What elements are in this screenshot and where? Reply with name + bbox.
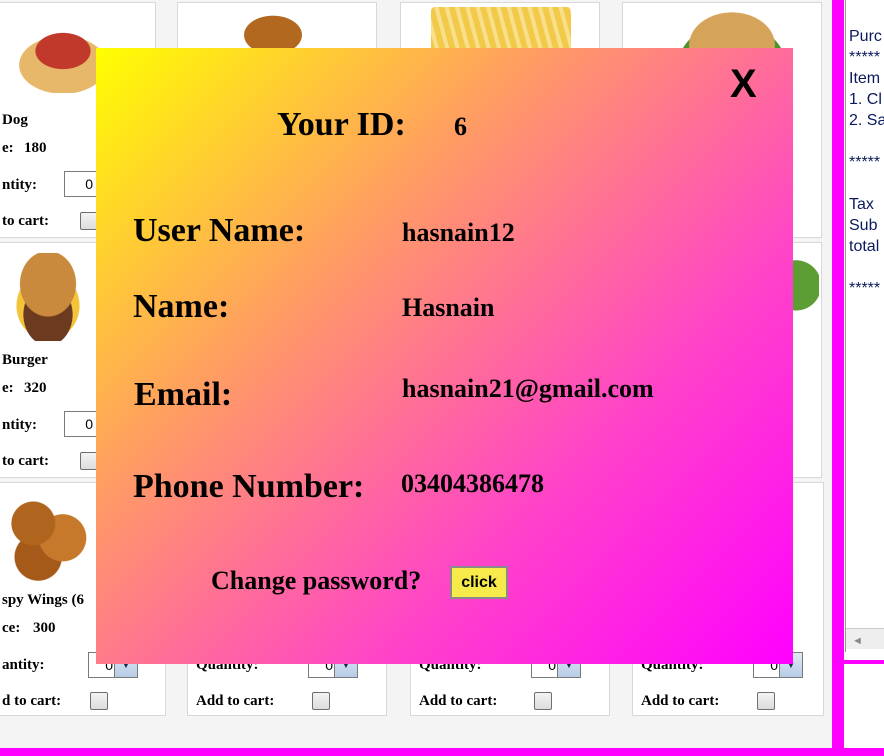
add-to-cart-label: Add to cart:: [419, 693, 498, 709]
add-to-cart-label: Add to cart:: [641, 693, 720, 709]
menu-item-name: Burger: [2, 352, 48, 368]
frame-right-bar: [832, 0, 844, 756]
price-label: ce:: [2, 620, 21, 636]
change-password-label: Change password?: [211, 566, 422, 595]
name-value: Hasnain: [402, 293, 495, 322]
receipt-line: Sub: [849, 217, 878, 234]
email-label: Email:: [134, 376, 233, 413]
change-password-button[interactable]: click: [450, 566, 508, 599]
user-id-value: 6: [454, 112, 467, 141]
email-value: hasnain21@gmail.com: [402, 374, 654, 403]
receipt-line: [849, 131, 884, 152]
add-to-cart-checkbox[interactable]: [757, 692, 775, 710]
receipt-line: Tax: [849, 196, 874, 213]
user-id-label: Your ID:: [277, 106, 406, 143]
receipt-line: [849, 173, 884, 194]
wings-image: [0, 485, 97, 581]
price-value: 300: [33, 620, 56, 636]
add-to-cart-label: Add to cart:: [196, 693, 275, 709]
menu-item-name: Dog: [2, 112, 28, 128]
add-to-cart-label: to cart:: [2, 213, 50, 229]
quantity-label: antity:: [2, 657, 45, 673]
price-label: e:: [2, 140, 14, 156]
receipt-line: Purc: [849, 28, 882, 45]
phone-label: Phone Number:: [133, 468, 365, 505]
scroll-left-icon[interactable]: ◄: [852, 631, 863, 652]
receipt-text: Purc ***** Item 1. Cl 2. Sa ***** Tax Sub tota…: [846, 0, 884, 299]
name-label: Name:: [133, 288, 230, 325]
receipt-line: *****: [849, 49, 881, 66]
profile-dialog: X Your ID: 6 User Name: hasnain12 Name: …: [96, 48, 793, 664]
add-to-cart-label: d to cart:: [2, 693, 62, 709]
receipt-line: *****: [849, 154, 881, 171]
price-label: e:: [2, 380, 14, 396]
username-value: hasnain12: [402, 218, 515, 247]
phone-value: 03404386478: [401, 469, 544, 498]
price-value: 320: [24, 380, 47, 396]
username-label: User Name:: [133, 212, 306, 249]
close-icon[interactable]: X: [730, 62, 757, 107]
menu-item-name: spy Wings (6: [2, 592, 84, 608]
frame-lower-right: [844, 660, 884, 664]
receipt-line: 2. Sa: [849, 112, 884, 129]
add-to-cart-checkbox[interactable]: [534, 692, 552, 710]
horizontal-scrollbar[interactable]: ◄: [846, 628, 884, 649]
burger-image: [0, 253, 97, 341]
receipt-line: *****: [849, 280, 881, 297]
add-to-cart-label: to cart:: [2, 453, 50, 469]
quantity-label: ntity:: [2, 417, 37, 433]
receipt-line: total: [849, 238, 880, 255]
receipt-line: Item: [849, 70, 881, 87]
receipt-panel[interactable]: Purc ***** Item 1. Cl 2. Sa ***** Tax Sub tota…: [845, 0, 884, 652]
frame-bottom-bar: [0, 748, 884, 756]
price-value: 180: [24, 140, 47, 156]
quantity-label: ntity:: [2, 177, 37, 193]
add-to-cart-checkbox[interactable]: [312, 692, 330, 710]
receipt-line: [849, 257, 884, 278]
receipt-line: 1. Cl: [849, 91, 882, 108]
add-to-cart-checkbox[interactable]: [90, 692, 108, 710]
